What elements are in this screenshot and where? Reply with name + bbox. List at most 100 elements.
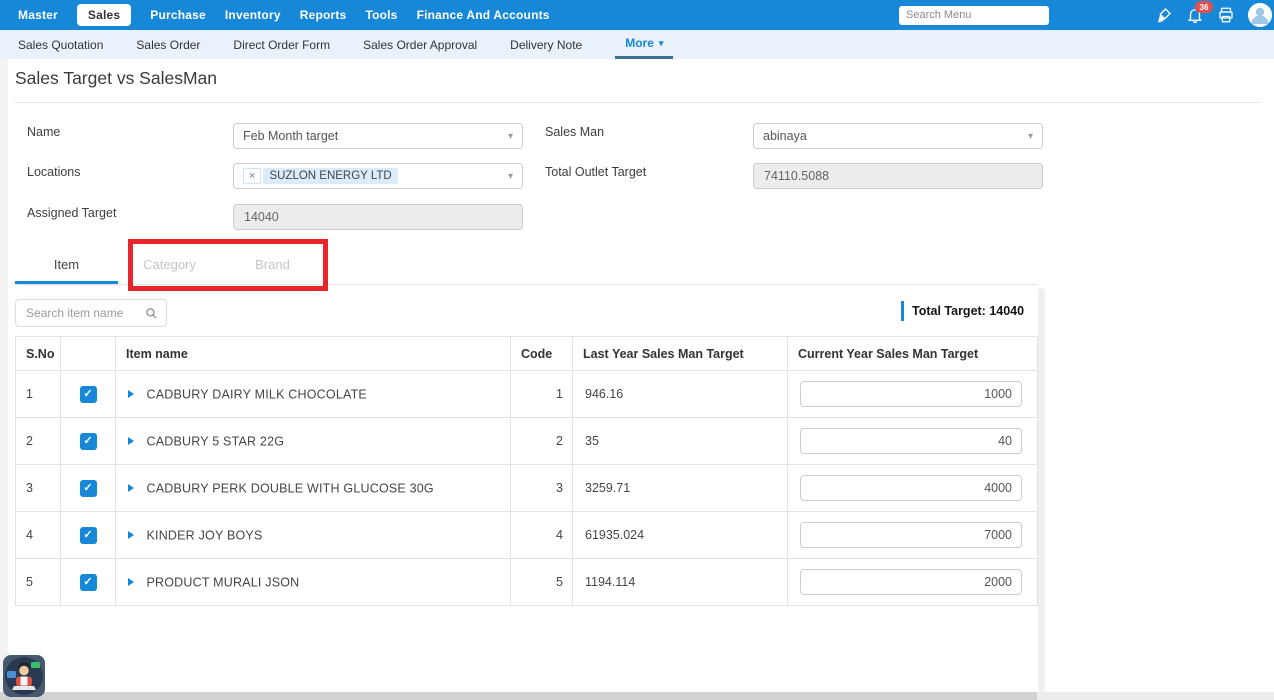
notification-badge: 36: [1195, 1, 1213, 13]
header-current-year-target: Current Year Sales Man Target: [788, 337, 1038, 371]
row-sno: 4: [16, 512, 61, 559]
total-outlet-target-input: [753, 163, 1043, 189]
item-name: KINDER JOY BOYS: [146, 528, 262, 542]
expand-arrow-icon[interactable]: [128, 578, 134, 586]
last-year-target-value: 1194.114: [573, 559, 788, 606]
item-name: CADBURY PERK DOUBLE WITH GLUCOSE 30G: [146, 481, 433, 495]
expand-arrow-icon[interactable]: [128, 484, 134, 492]
tab-category[interactable]: Category: [118, 245, 221, 284]
expand-arrow-icon[interactable]: [128, 390, 134, 398]
notifications-bell-icon[interactable]: 36: [1186, 6, 1204, 24]
header-last-year-target: Last Year Sales Man Target: [573, 337, 788, 371]
vertical-scrollbar[interactable]: [1038, 288, 1045, 692]
row-code: 1: [511, 371, 573, 418]
top-navigation-bar: Master Sales Purchase Inventory Reports …: [0, 0, 1274, 30]
support-chat-avatar[interactable]: [3, 655, 45, 697]
header-sno: S.No: [16, 337, 61, 371]
menu-inventory[interactable]: Inventory: [225, 8, 281, 22]
submenu-sales-quotation[interactable]: Sales Quotation: [18, 30, 103, 59]
total-target: Total Target: 14040: [901, 301, 1024, 321]
last-year-target-value: 946.16: [573, 371, 788, 418]
left-gutter: [0, 59, 8, 692]
menu-sales[interactable]: Sales: [77, 4, 131, 26]
title-divider: [15, 102, 1260, 103]
table-row: 2 CADBURY 5 STAR 22G 2 35: [16, 418, 1038, 465]
table-row: 3 CADBURY PERK DOUBLE WITH GLUCOSE 30G 3…: [16, 465, 1038, 512]
location-chip-label: SUZLON ENERGY LTD: [263, 168, 397, 184]
submenu-more[interactable]: More ▾: [615, 30, 673, 59]
item-search: [15, 299, 167, 327]
submenu-direct-order-form[interactable]: Direct Order Form: [233, 30, 330, 59]
menu-reports[interactable]: Reports: [300, 8, 347, 22]
items-table: S.No Item name Code Last Year Sales Man …: [15, 336, 1038, 606]
total-outlet-target-label: Total Outlet Target: [545, 165, 646, 179]
theme-brush-icon[interactable]: [1155, 6, 1173, 24]
submenu-delivery-note[interactable]: Delivery Note: [510, 30, 582, 59]
sales-man-select-value: abinaya: [763, 129, 807, 143]
total-target-label: Total Target: 14040: [912, 304, 1024, 318]
item-name: PRODUCT MURALI JSON: [146, 575, 299, 589]
row-checkbox[interactable]: [80, 433, 97, 450]
submenu-more-label: More: [625, 36, 654, 50]
row-sno: 5: [16, 559, 61, 606]
sales-man-label: Sales Man: [545, 125, 604, 139]
header-code: Code: [511, 337, 573, 371]
tab-brand[interactable]: Brand: [221, 245, 324, 284]
current-year-target-input[interactable]: [800, 381, 1022, 407]
menu-tools[interactable]: Tools: [365, 8, 397, 22]
topbar-icons: 36: [1155, 3, 1274, 27]
assigned-target-label: Assigned Target: [27, 206, 116, 220]
search-icon: [145, 307, 158, 320]
horizontal-scrollbar[interactable]: [0, 692, 1274, 700]
current-year-target-input[interactable]: [800, 428, 1022, 454]
current-year-target-input[interactable]: [800, 475, 1022, 501]
tab-item[interactable]: Item: [15, 245, 118, 284]
table-body: 1 CADBURY DAIRY MILK CHOCOLATE 1 946.16 …: [16, 371, 1038, 606]
row-code: 3: [511, 465, 573, 512]
locations-select[interactable]: × SUZLON ENERGY LTD ▾: [233, 163, 523, 189]
remove-location-icon[interactable]: ×: [243, 168, 261, 184]
assigned-target-input: [233, 204, 523, 230]
sales-man-select[interactable]: abinaya ▾: [753, 123, 1043, 149]
submenu-sales-order-approval[interactable]: Sales Order Approval: [363, 30, 477, 59]
scrollbar-thumb[interactable]: [0, 692, 1037, 700]
table-row: 4 KINDER JOY BOYS 4 61935.024: [16, 512, 1038, 559]
header-checkbox: [61, 337, 116, 371]
table-header-row: S.No Item name Code Last Year Sales Man …: [16, 337, 1038, 371]
menu-master[interactable]: Master: [18, 8, 58, 22]
main-menu: Master Sales Purchase Inventory Reports …: [18, 4, 550, 26]
header-item-name: Item name: [116, 337, 511, 371]
row-sno: 2: [16, 418, 61, 465]
row-code: 2: [511, 418, 573, 465]
menu-purchase[interactable]: Purchase: [150, 8, 206, 22]
row-checkbox[interactable]: [80, 480, 97, 497]
last-year-target-value: 35: [573, 418, 788, 465]
menu-search-input[interactable]: [899, 6, 1049, 25]
row-checkbox[interactable]: [80, 574, 97, 591]
chevron-down-icon: ▾: [659, 38, 664, 49]
expand-arrow-icon[interactable]: [128, 531, 134, 539]
user-avatar[interactable]: [1248, 3, 1272, 27]
locations-label: Locations: [27, 165, 81, 179]
chevron-down-icon: ▾: [508, 171, 513, 182]
last-year-target-value: 61935.024: [573, 512, 788, 559]
row-sno: 1: [16, 371, 61, 418]
name-select-value: Feb Month target: [243, 129, 338, 143]
name-select[interactable]: Feb Month target ▾: [233, 123, 523, 149]
name-label: Name: [27, 125, 60, 139]
row-checkbox[interactable]: [80, 386, 97, 403]
current-year-target-input[interactable]: [800, 522, 1022, 548]
row-sno: 3: [16, 465, 61, 512]
page-title: Sales Target vs SalesMan: [15, 68, 217, 89]
chevron-down-icon: ▾: [508, 131, 513, 142]
app-window: Master Sales Purchase Inventory Reports …: [0, 0, 1274, 700]
current-year-target-input[interactable]: [800, 569, 1022, 595]
last-year-target-value: 3259.71: [573, 465, 788, 512]
item-search-input[interactable]: [24, 305, 145, 321]
total-target-accent-bar: [901, 301, 904, 321]
menu-finance-and-accounts[interactable]: Finance And Accounts: [417, 8, 550, 22]
row-checkbox[interactable]: [80, 527, 97, 544]
print-icon[interactable]: [1217, 6, 1235, 24]
expand-arrow-icon[interactable]: [128, 437, 134, 445]
submenu-sales-order[interactable]: Sales Order: [136, 30, 200, 59]
